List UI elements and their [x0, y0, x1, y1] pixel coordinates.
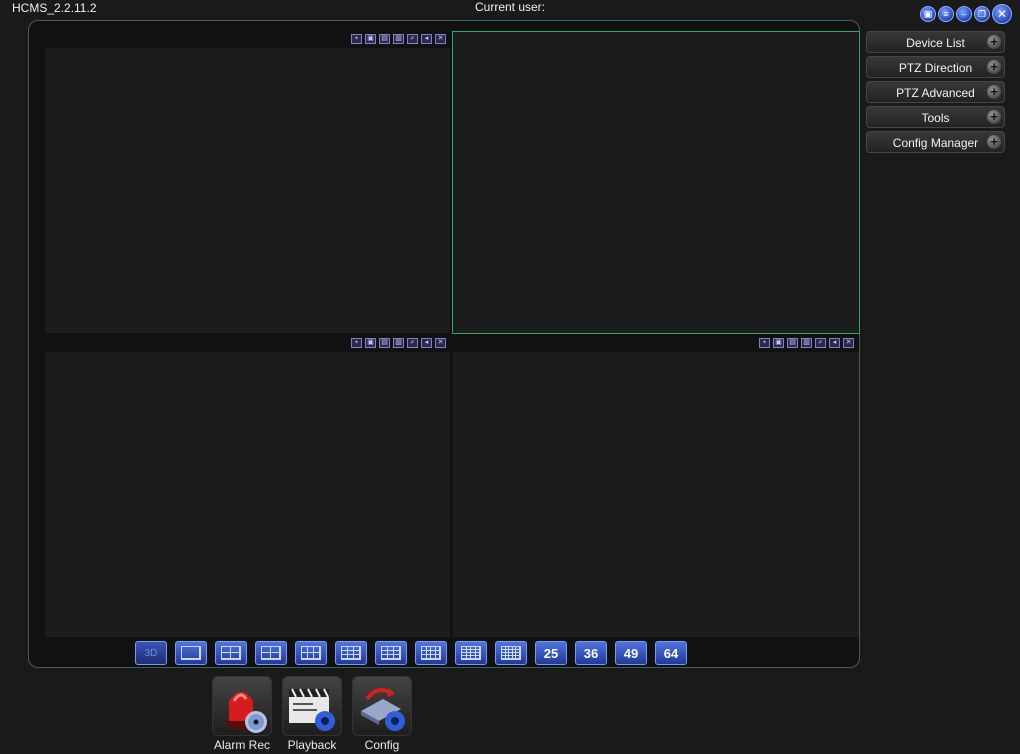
- layout-3x3-button[interactable]: [375, 641, 407, 665]
- dock-label: Alarm Rec: [213, 738, 270, 752]
- dock-item-alarm-rec[interactable]: Alarm Rec: [212, 676, 272, 752]
- current-user-value: admin: [450, 15, 570, 16]
- close-icon[interactable]: ✕: [435, 34, 446, 44]
- config-icon: [352, 676, 412, 736]
- close-icon[interactable]: ✕: [435, 338, 446, 348]
- sidebar-item-tools[interactable]: Tools +: [866, 106, 1005, 128]
- restore-button[interactable]: ❐: [974, 6, 990, 22]
- grid-layout-icon: [181, 646, 201, 660]
- layout-button-label: 64: [663, 645, 679, 661]
- layout-2x2-button[interactable]: [255, 641, 287, 665]
- close-icon: ✕: [996, 7, 1008, 21]
- plus-icon: +: [987, 35, 1001, 49]
- record-icon[interactable]: ▣: [773, 338, 784, 348]
- record-icon[interactable]: ▣: [365, 34, 376, 44]
- list-icon: ≡: [943, 8, 949, 19]
- camera-icon[interactable]: ▤: [379, 338, 390, 348]
- video-panel: ▪▣▤▥⌕◂✕ ▪▣▤▥⌕◂✕ ▪▣▤▥⌕◂✕ ▪▣▤▥⌕◂✕: [28, 20, 860, 668]
- sidebar-item-label: Device List: [906, 36, 965, 50]
- audio-icon[interactable]: ◂: [829, 338, 840, 348]
- video-cell-4[interactable]: [453, 352, 859, 637]
- plus-icon: +: [987, 60, 1001, 74]
- lock-icon: ▣: [923, 8, 933, 19]
- layout-button-label: 36: [583, 645, 599, 661]
- lock-button[interactable]: ▣: [920, 6, 936, 22]
- cell-toolbar: ▪▣▤▥⌕◂✕: [351, 338, 446, 348]
- sidebar-item-label: Tools: [921, 111, 950, 125]
- layout-36-button[interactable]: 36: [575, 641, 607, 665]
- layout-4x4-button[interactable]: [455, 641, 487, 665]
- layout-1x1-button[interactable]: [175, 641, 207, 665]
- snapshot-icon[interactable]: ▪: [759, 338, 770, 348]
- camera-icon[interactable]: ▤: [787, 338, 798, 348]
- sidebar-item-label: Config Manager: [892, 136, 979, 150]
- list-button[interactable]: ≡: [938, 6, 954, 22]
- layout-5x4-button[interactable]: [495, 641, 527, 665]
- app-title: HCMS_2.2.11.2: [12, 1, 97, 15]
- grid-layout-icon: [461, 646, 481, 660]
- plus-icon: +: [987, 110, 1001, 124]
- grid-layout-icon: [221, 646, 241, 660]
- audio-icon[interactable]: ◂: [421, 338, 432, 348]
- zoom-icon[interactable]: ⌕: [407, 338, 418, 348]
- layout-bar: 3D 25 36 49 64: [135, 641, 687, 665]
- audio-icon[interactable]: ◂: [421, 34, 432, 44]
- sidebar-item-label: PTZ Advanced: [896, 86, 975, 100]
- sidebar-item-ptz-advanced[interactable]: PTZ Advanced +: [866, 81, 1005, 103]
- dock-item-playback[interactable]: Playback: [282, 676, 342, 752]
- record-icon[interactable]: ▣: [365, 338, 376, 348]
- dock-label: Playback: [287, 738, 337, 752]
- sidebar-item-label: PTZ Direction: [898, 61, 973, 75]
- snapshot-icon[interactable]: ▪: [351, 34, 362, 44]
- plus-icon: +: [987, 85, 1001, 99]
- video-cell-3[interactable]: [45, 352, 450, 637]
- cell-toolbar: ▪▣▤▥⌕◂✕: [759, 338, 854, 348]
- window-controls: ▣ ≡ – ❐ ✕: [920, 4, 1012, 24]
- sidebar-item-device-list[interactable]: Device List +: [866, 31, 1005, 53]
- restore-icon: ❐: [977, 8, 987, 19]
- close-button[interactable]: ✕: [992, 4, 1012, 24]
- layout-button-label: 25: [543, 645, 559, 661]
- close-icon[interactable]: ✕: [843, 338, 854, 348]
- layout-3x2-button[interactable]: [295, 641, 327, 665]
- grid-layout-icon: [501, 646, 521, 660]
- layout-3d-button[interactable]: 3D: [135, 641, 167, 665]
- video-cell-2[interactable]: [452, 31, 860, 334]
- video-cell-1[interactable]: [45, 48, 450, 333]
- zoom-box-icon[interactable]: ▥: [801, 338, 812, 348]
- current-user-label: Current user:: [474, 0, 546, 14]
- sidebar-item-ptz-direction[interactable]: PTZ Direction +: [866, 56, 1005, 78]
- playback-icon: [282, 676, 342, 736]
- grid-layout-icon: [421, 646, 441, 660]
- current-user: Current user: admin: [450, 0, 570, 16]
- layout-button-label: 3D: [144, 647, 158, 659]
- layout-3x3-button[interactable]: [335, 641, 367, 665]
- sidebar-item-config-manager[interactable]: Config Manager +: [866, 131, 1005, 153]
- layout-2x2-button[interactable]: [215, 641, 247, 665]
- sidebar: Device List + PTZ Direction + PTZ Advanc…: [866, 31, 1005, 156]
- layout-25-button[interactable]: 25: [535, 641, 567, 665]
- cell-toolbar: ▪▣▤▥⌕◂✕: [351, 34, 446, 44]
- camera-icon[interactable]: ▤: [379, 34, 390, 44]
- grid-layout-icon: [341, 646, 361, 660]
- minimize-icon: –: [961, 8, 967, 19]
- grid-layout-icon: [301, 646, 321, 660]
- dock-item-config[interactable]: Config: [352, 676, 412, 752]
- layout-button-label: 49: [623, 645, 639, 661]
- dock-label: Config: [364, 738, 400, 752]
- minimize-button[interactable]: –: [956, 6, 972, 22]
- zoom-box-icon[interactable]: ▥: [393, 34, 404, 44]
- alarm-rec-icon: [212, 676, 272, 736]
- zoom-icon[interactable]: ⌕: [815, 338, 826, 348]
- layout-4x3-button[interactable]: [415, 641, 447, 665]
- layout-49-button[interactable]: 49: [615, 641, 647, 665]
- grid-layout-icon: [261, 646, 281, 660]
- snapshot-icon[interactable]: ▪: [351, 338, 362, 348]
- grid-layout-icon: [381, 646, 401, 660]
- plus-icon: +: [987, 135, 1001, 149]
- zoom-box-icon[interactable]: ▥: [393, 338, 404, 348]
- layout-64-button[interactable]: 64: [655, 641, 687, 665]
- zoom-icon[interactable]: ⌕: [407, 34, 418, 44]
